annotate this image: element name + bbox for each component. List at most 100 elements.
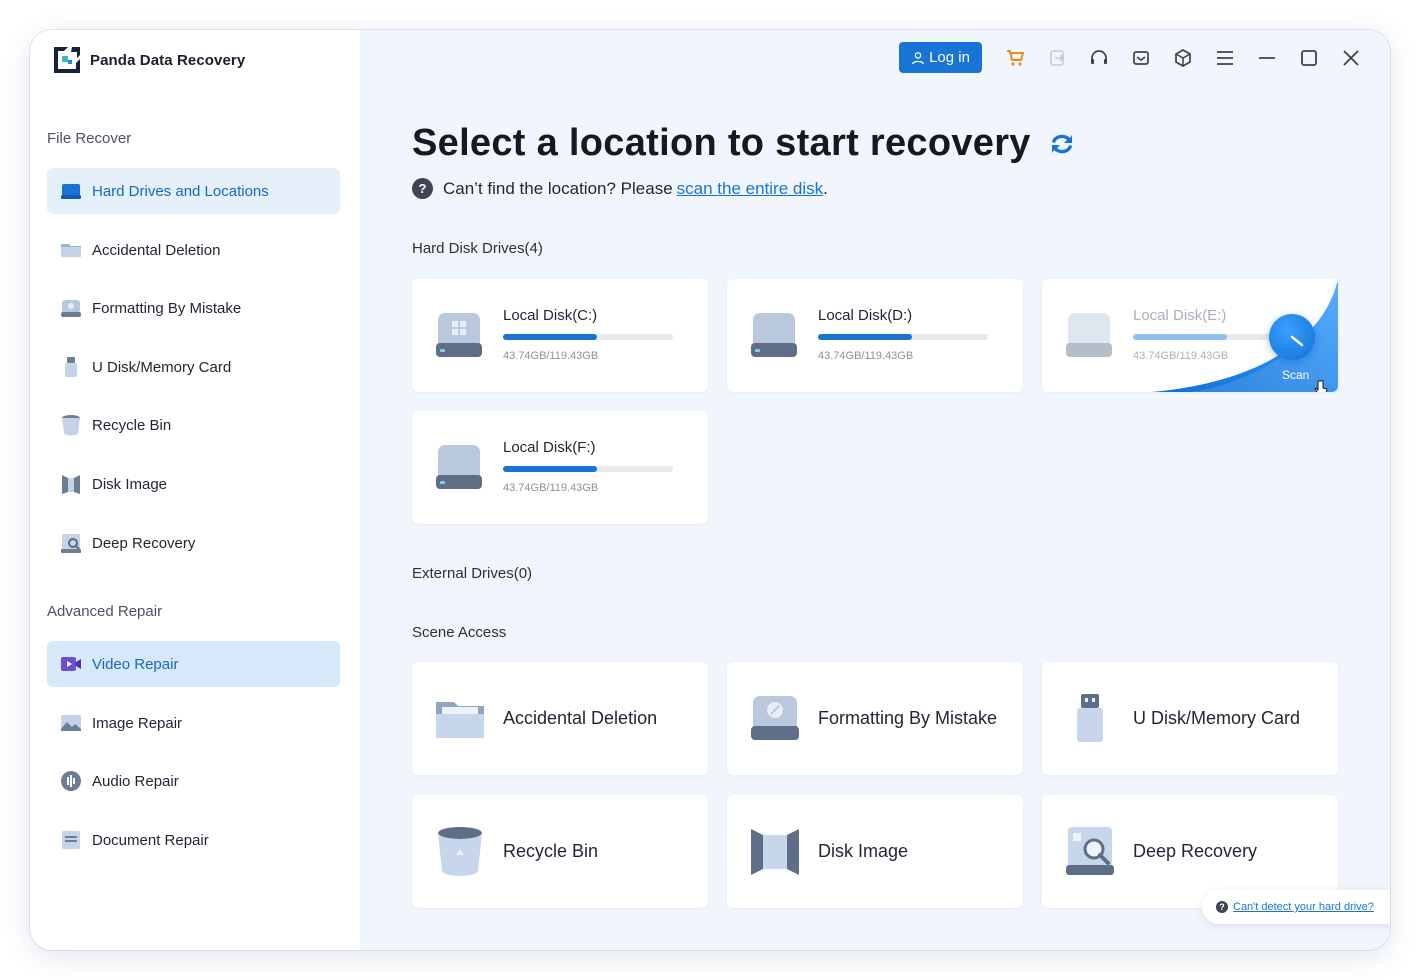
login-button[interactable]: Log in: [899, 42, 982, 73]
main-panel: Log in Select a location to start recove…: [360, 30, 1390, 950]
disk-card-d[interactable]: Local Disk(D:) 43.74GB/119.43GB: [727, 279, 1023, 392]
usb-drive-icon: [1077, 694, 1103, 742]
folder-icon: [59, 238, 83, 262]
hint-end: .: [823, 178, 828, 198]
disk-image-icon: [751, 829, 799, 875]
export-icon[interactable]: [1046, 47, 1068, 69]
sidebar-item-image-repair[interactable]: Image Repair: [47, 700, 340, 746]
deep-recovery-icon: [1066, 827, 1114, 875]
refresh-icon[interactable]: [1047, 129, 1077, 159]
page-title: Select a location to start recovery: [412, 122, 1031, 164]
scene-label: U Disk/Memory Card: [1133, 708, 1301, 728]
pointer-cursor-icon: [1314, 380, 1328, 392]
section-title-advanced-repair: Advanced Repair: [47, 603, 163, 620]
sidebar: Panda Data Recovery File Recover Hard Dr…: [30, 30, 360, 950]
disk-card-e[interactable]: Local Disk(E:) 43.74GB/119.43GB Scan: [1042, 279, 1338, 392]
cart-icon[interactable]: [1004, 47, 1026, 69]
image-icon: [59, 711, 83, 735]
sidebar-item-label: Recycle Bin: [92, 416, 172, 434]
sidebar-item-deep-recovery[interactable]: Deep Recovery: [47, 520, 340, 566]
disk-card-f[interactable]: Local Disk(F:) 43.74GB/119.43GB: [412, 411, 708, 524]
hard-drive-icon: [436, 445, 482, 489]
menu-icon[interactable]: [1214, 47, 1236, 69]
app-logo: Panda Data Recovery: [50, 44, 245, 76]
hard-drive-icon: [1066, 313, 1112, 357]
sidebar-item-hard-drives[interactable]: Hard Drives and Locations: [47, 168, 340, 214]
sidebar-item-label: Hard Drives and Locations: [92, 182, 269, 200]
sidebar-item-label: Accidental Deletion: [92, 241, 221, 259]
sidebar-item-label: U Disk/Memory Card: [92, 358, 232, 376]
recycle-bin-icon: [59, 413, 83, 437]
scene-card-accidental-deletion[interactable]: Accidental Deletion: [412, 662, 708, 775]
sidebar-item-label: Audio Repair: [92, 772, 179, 790]
video-icon: [59, 652, 83, 676]
login-label: Log in: [929, 49, 970, 66]
cant-detect-drive-link[interactable]: Can't detect your hard drive?: [1233, 901, 1374, 913]
page-title-row: Select a location to start recovery: [412, 122, 1077, 165]
disk-name: Local Disk(E:): [1133, 307, 1227, 324]
scene-label: Accidental Deletion: [503, 708, 658, 728]
disk-size: 43.74GB/119.43GB: [818, 350, 914, 362]
scene-access-title: Scene Access: [412, 624, 507, 641]
scene-label: Recycle Bin: [503, 841, 599, 861]
sidebar-item-document-repair[interactable]: Document Repair: [47, 817, 340, 863]
scene-label: Disk Image: [818, 841, 909, 861]
sidebar-item-label: Video Repair: [92, 655, 179, 673]
box-icon[interactable]: [1172, 47, 1194, 69]
sidebar-item-accidental-deletion[interactable]: Accidental Deletion: [47, 227, 340, 273]
disk-card-c[interactable]: Local Disk(C:) 43.74GB/119.43GB: [412, 279, 708, 392]
recycle-bin-icon: [438, 827, 482, 876]
scene-label: Deep Recovery: [1133, 841, 1258, 861]
disk-size: 43.74GB/119.43GB: [1133, 350, 1229, 362]
topbar: Log in: [899, 42, 1372, 73]
deep-recovery-icon: [59, 531, 83, 555]
sidebar-item-disk-image[interactable]: Disk Image: [47, 461, 340, 507]
panda-logo-icon: [54, 47, 80, 73]
cant-detect-drive-chip[interactable]: ? Can't detect your hard drive?: [1202, 890, 1390, 924]
hard-drive-icon: [751, 313, 797, 357]
sidebar-item-video-repair[interactable]: Video Repair: [47, 641, 340, 687]
disk-image-icon: [59, 472, 83, 496]
formatted-disk-icon: [751, 696, 799, 740]
sidebar-item-label: Image Repair: [92, 714, 183, 732]
app-title: Panda Data Recovery: [90, 51, 246, 69]
disk-size: 43.74GB/119.43GB: [503, 350, 599, 362]
disk-name: Local Disk(D:): [818, 307, 913, 324]
disk-usage-bar: [818, 334, 988, 340]
minimize-icon[interactable]: [1256, 47, 1278, 69]
scene-card-recycle-bin[interactable]: Recycle Bin: [412, 795, 708, 908]
question-icon: ?: [1216, 901, 1228, 913]
headset-icon[interactable]: [1088, 47, 1110, 69]
sidebar-item-recycle-bin[interactable]: Recycle Bin: [47, 402, 340, 448]
scan-icon: [1290, 335, 1304, 347]
disk-size: 43.74GB/119.43GB: [503, 482, 599, 494]
scan-label: Scan: [1282, 368, 1310, 382]
close-icon[interactable]: [1340, 47, 1362, 69]
disk-usage-bar: [503, 334, 673, 340]
scene-card-u-disk[interactable]: U Disk/Memory Card: [1042, 662, 1338, 775]
scan-entire-disk-link[interactable]: scan the entire disk: [677, 179, 823, 199]
mail-icon[interactable]: [1130, 47, 1152, 69]
usb-drive-icon: [59, 355, 83, 379]
external-drives-title: External Drives(0): [412, 565, 533, 582]
user-icon: [912, 51, 924, 64]
sidebar-item-label: Formatting By Mistake: [92, 299, 242, 317]
folder-icon: [436, 702, 484, 738]
audio-icon: [59, 769, 83, 793]
disk-name: Local Disk(C:): [503, 307, 598, 324]
sidebar-item-label: Disk Image: [92, 475, 168, 493]
disk-usage-bar: [503, 466, 673, 472]
maximize-icon[interactable]: [1298, 47, 1320, 69]
sidebar-item-label: Document Repair: [92, 831, 209, 849]
section-title-file-recover: File Recover: [47, 130, 132, 147]
question-icon: ?: [412, 178, 433, 199]
scan-button[interactable]: [1269, 314, 1315, 360]
sidebar-item-label: Deep Recovery: [92, 534, 196, 552]
sidebar-item-u-disk[interactable]: U Disk/Memory Card: [47, 344, 340, 390]
sidebar-item-formatting[interactable]: Formatting By Mistake: [47, 285, 340, 331]
hint-text: Can’t find the location? Please: [443, 178, 673, 198]
scene-card-disk-image[interactable]: Disk Image: [727, 795, 1023, 908]
document-icon: [59, 828, 83, 852]
scene-card-formatting[interactable]: Formatting By Mistake: [727, 662, 1023, 775]
sidebar-item-audio-repair[interactable]: Audio Repair: [47, 758, 340, 804]
